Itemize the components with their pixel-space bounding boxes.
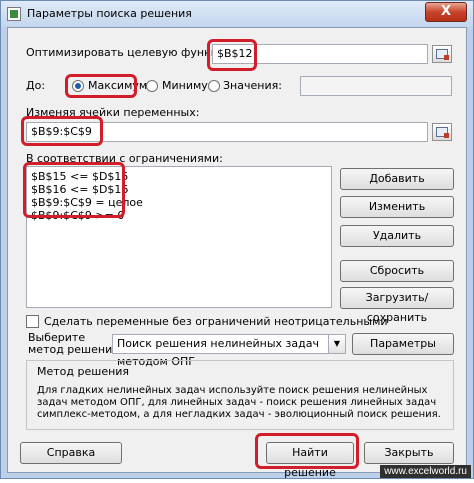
excel-icon [7,7,21,21]
to-label: До: [26,79,46,92]
change-button[interactable]: Изменить [340,196,454,218]
variables-input[interactable]: $B$9:$C$9 [26,122,428,142]
list-item[interactable]: $B$15 <= $D$15 [31,170,128,183]
reset-button[interactable]: Сбросить [340,260,454,282]
parameters-button[interactable]: Параметры [352,333,454,355]
help-button[interactable]: Справка [20,442,122,464]
window-title: Параметры поиска решения [27,7,192,20]
radio-max-label: Максимум [88,79,148,92]
method-description: Для гладких нелинейных задач используйте… [37,385,441,420]
nonneg-label: Сделать переменные без ограничений неотр… [44,315,388,328]
chevron-down-icon[interactable]: ▼ [328,335,345,353]
list-item[interactable]: $B$16 <= $D$16 [31,183,128,196]
list-item[interactable]: $B$9:$C$9 = целое [31,196,143,209]
radio-value[interactable] [208,80,220,92]
objective-input[interactable]: $B$12 [212,44,428,64]
method-group-title: Метод решения [37,365,130,378]
objective-ref-button[interactable] [432,45,452,63]
method-groupbox: Метод решения Для гладких нелинейных зад… [26,360,454,430]
add-button[interactable]: Добавить [340,168,454,190]
watermark: www.excelworld.ru [380,465,471,478]
close-window-button[interactable]: X [425,2,467,22]
load-save-button[interactable]: Загрузить/сохранить [340,287,454,324]
constraints-label: В соответствии с ограничениями: [26,152,223,165]
objective-label: Оптимизировать целевую функцию: [26,46,239,59]
range-select-icon [436,49,449,60]
radio-max[interactable] [72,80,84,92]
nonneg-checkbox[interactable] [26,315,39,328]
solver-dialog: Параметры поиска решения X Оптимизироват… [0,0,474,479]
constraints-list[interactable]: $B$15 <= $D$15 $B$16 <= $D$16 $B$9:$C$9 … [26,166,332,308]
radio-min[interactable] [146,80,158,92]
value-of-input[interactable] [300,76,452,96]
range-select-icon [436,127,449,138]
method-select[interactable]: Поиск решения нелинейных задач методом О… [112,334,346,368]
variables-label: Изменяя ячейки переменных: [26,106,200,119]
close-button[interactable]: Закрыть [364,442,454,464]
dialog-body: Оптимизировать целевую функцию: $B$12 До… [7,27,467,479]
delete-button[interactable]: Удалить [340,225,454,247]
solve-button[interactable]: Найти решение [266,442,354,479]
list-item[interactable]: $B$9:$C$9 >= 0 [31,209,124,222]
variables-ref-button[interactable] [432,123,452,141]
title-bar[interactable]: Параметры поиска решения X [1,1,473,27]
method-label-2: метод решения: [28,343,123,356]
radio-value-label: Значения: [223,79,282,92]
